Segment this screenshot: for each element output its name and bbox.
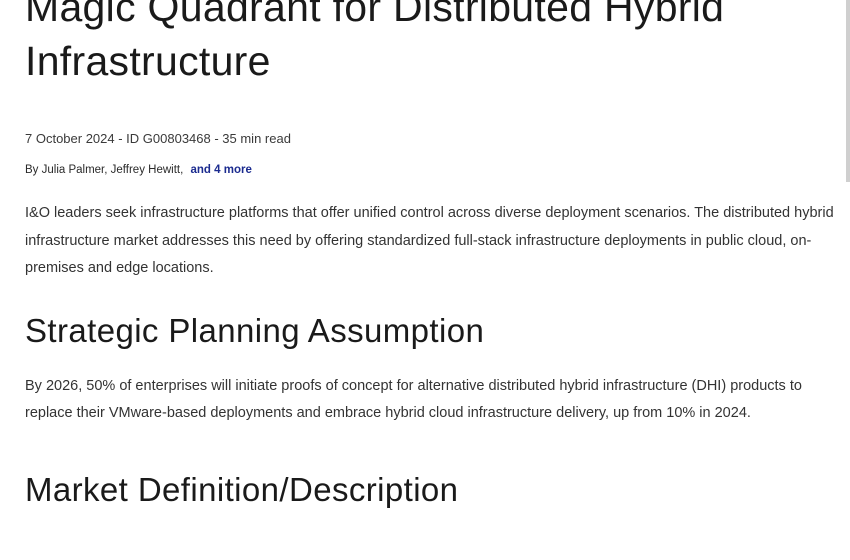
document-title: Magic Quadrant for Distributed Hybrid In… (25, 0, 725, 84)
summary-paragraph: I&O leaders seek infrastructure platform… (25, 205, 834, 276)
publication-meta: 7 October 2024 - ID G00803468 - 35 min r… (25, 131, 291, 146)
strategic-planning-assumption-paragraph: By 2026, 50% of enterprises will initiat… (25, 377, 802, 422)
section-heading-market-definition: Market Definition/Description (25, 470, 459, 508)
scrollbar-thumb[interactable] (846, 0, 850, 182)
more-authors-link[interactable]: and 4 more (191, 164, 252, 176)
page: Magic Quadrant for Distributed Hybrid In… (0, 0, 850, 560)
section-heading-strategic-planning-assumption: Strategic Planning Assumption (25, 311, 485, 349)
authors-list: By Julia Palmer, Jeffrey Hewitt, (25, 164, 184, 176)
article: Magic Quadrant for Distributed Hybrid In… (25, 0, 835, 510)
authors-line: By Julia Palmer, Jeffrey Hewitt, and 4 m… (25, 162, 835, 178)
